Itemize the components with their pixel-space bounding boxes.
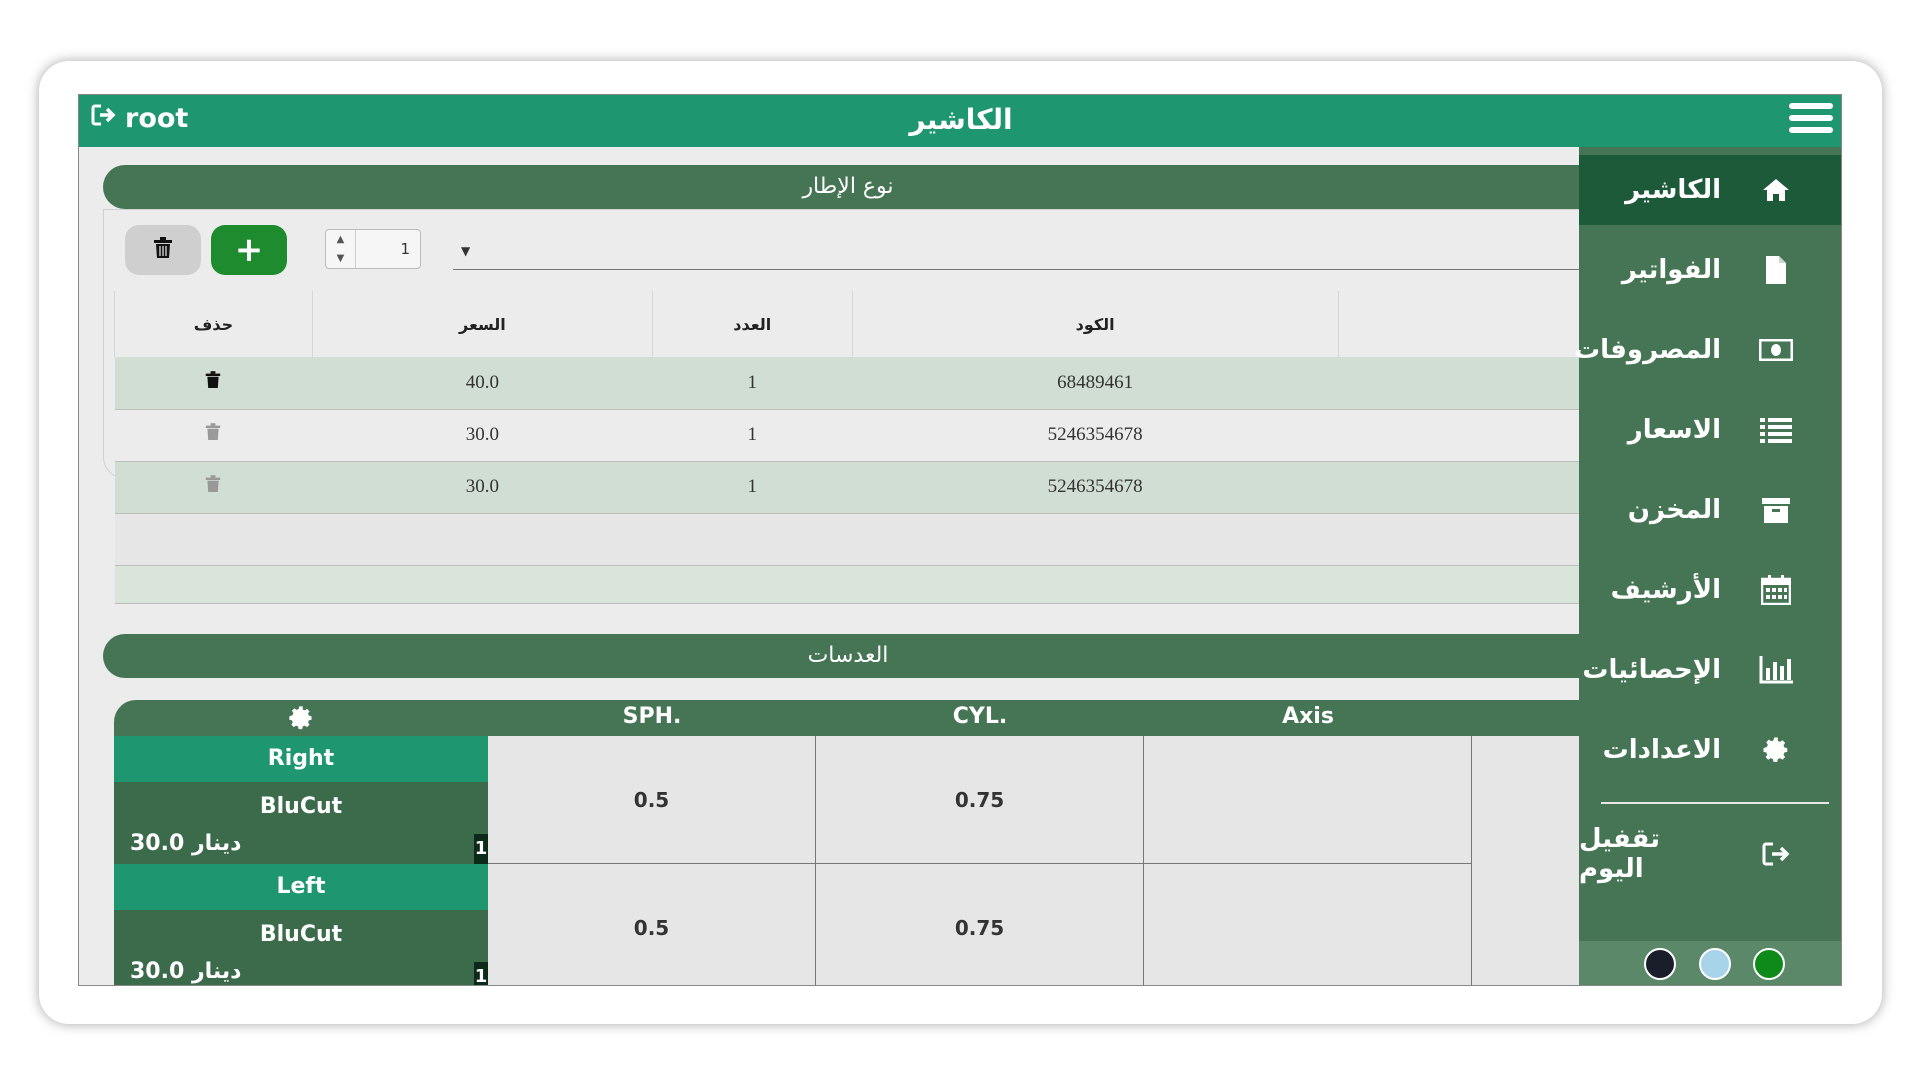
sidebar-item-invoices[interactable]: الفواتير <box>1579 235 1841 305</box>
right-lens-price: 30.0 دينار <box>130 831 242 856</box>
frame-items-table: حذف السعر العدد الكود المنتج 40.0 1 6848… <box>114 291 1674 604</box>
calendar-icon <box>1759 575 1793 605</box>
lens-grid: SPH. CYL. Axis Right BluCut 30.0 دينار 1… <box>114 700 1674 985</box>
sidebar: الكاشير الفواتير المصروفات الاسعار المخز… <box>1574 147 1841 985</box>
theme-dark-dot[interactable] <box>1644 948 1676 980</box>
left-lens-price: 30.0 دينار <box>130 959 242 984</box>
add-button[interactable]: + <box>211 225 287 275</box>
left-axis-cell[interactable] <box>1144 864 1472 985</box>
sidebar-item-label: الاسعار <box>1627 415 1721 445</box>
row-price: 40.0 <box>312 357 653 410</box>
table-header-row: حذف السعر العدد الكود المنتج <box>114 291 1674 357</box>
sidebar-item-label: الإحصائيات <box>1582 655 1721 685</box>
plus-icon: + <box>234 230 264 270</box>
sidebar-item-prices[interactable]: الاسعار <box>1579 395 1841 465</box>
sidebar-divider <box>1601 802 1829 804</box>
sidebar-item-label: الأرشيف <box>1610 575 1721 605</box>
bar-chart-icon <box>1759 656 1793 684</box>
sidebar-item-close-day[interactable]: تقفيل اليوم <box>1579 819 1841 889</box>
quantity-value: 1 <box>400 240 410 258</box>
stepper-up-icon[interactable]: ▲ <box>326 230 355 249</box>
hamburger-menu-icon[interactable] <box>1789 103 1833 139</box>
gear-icon <box>1759 735 1793 765</box>
row-price: 30.0 <box>312 461 653 514</box>
frame-section-title: نوع الإطار <box>103 165 1593 209</box>
row-delete-icon[interactable] <box>114 461 313 514</box>
left-lens-qty: 1 <box>474 962 488 985</box>
row-delete-icon[interactable] <box>114 357 313 410</box>
gear-icon[interactable] <box>284 704 318 738</box>
home-icon <box>1759 177 1793 203</box>
col-header-sph: SPH. <box>622 704 682 729</box>
col-header-cyl: CYL. <box>952 704 1008 729</box>
sidebar-item-warehouse[interactable]: المخزن <box>1579 475 1841 545</box>
list-icon <box>1759 417 1793 443</box>
sidebar-item-statistics[interactable]: الإحصائيات <box>1579 635 1841 705</box>
page-title: الكاشير <box>909 103 1013 136</box>
row-count: 1 <box>652 409 853 462</box>
table-row[interactable]: 40.0 1 68489461 Frame <box>114 357 1674 410</box>
table-row[interactable]: 30.0 1 5246354678 BluCut | 0. <box>114 461 1674 514</box>
row-code: 5246354678 <box>852 461 1339 514</box>
delete-button[interactable] <box>125 225 201 275</box>
sidebar-item-label: المصروفات <box>1574 335 1721 365</box>
right-sph-cell[interactable]: 0.5 <box>488 736 816 864</box>
left-cyl-cell[interactable]: 0.75 <box>816 864 1144 985</box>
sidebar-item-label: المخزن <box>1627 495 1721 525</box>
left-lens-type: BluCut <box>259 922 343 947</box>
sidebar-item-label: الاعدادات <box>1602 735 1721 765</box>
col-header-price: السعر <box>311 291 653 357</box>
sidebar-item-archive[interactable]: الأرشيف <box>1579 555 1841 625</box>
row-code: 5246354678 <box>852 409 1339 462</box>
right-lens-type: BluCut <box>259 794 343 819</box>
row-count: 1 <box>652 357 853 410</box>
row-count: 1 <box>652 461 853 514</box>
chevron-down-icon: ▼ <box>461 244 471 258</box>
trash-icon <box>153 237 173 263</box>
row-code: 68489461 <box>852 357 1339 410</box>
sidebar-item-expenses[interactable]: المصروفات <box>1574 315 1841 385</box>
right-eye-label: Right <box>114 736 488 782</box>
app-window: root الكاشير نوع الإطار + ▲ ▼ 1 ▼ حذف ال… <box>78 94 1842 986</box>
frame-select[interactable]: ▼ <box>453 232 1673 270</box>
sidebar-item-label: الكاشير <box>1625 175 1721 205</box>
sidebar-item-cashier[interactable]: الكاشير <box>1579 155 1841 225</box>
table-row-empty <box>114 565 1674 604</box>
sidebar-item-label: الفواتير <box>1621 255 1721 285</box>
row-delete-icon[interactable] <box>114 409 313 462</box>
col-header-axis: Axis <box>1282 704 1334 729</box>
stepper-down-icon[interactable]: ▼ <box>326 249 355 268</box>
col-header-code: الكود <box>851 291 1339 357</box>
col-header-delete: حذف <box>114 291 313 357</box>
left-eye-label: Left <box>114 864 488 910</box>
right-eye-lens[interactable]: Right BluCut 30.0 دينار 1 <box>114 736 488 864</box>
lens-section-title: العدسات <box>103 634 1593 678</box>
right-lens-qty: 1 <box>474 834 488 864</box>
top-bar: root الكاشير <box>79 95 1841 147</box>
file-icon <box>1759 255 1793 285</box>
theme-light-dot[interactable] <box>1699 948 1731 980</box>
sign-out-icon <box>1761 841 1793 867</box>
lens-header-row: SPH. CYL. Axis <box>114 700 1674 736</box>
left-eye-lens[interactable]: Left BluCut 30.0 دينار 1 <box>114 864 488 985</box>
table-row-empty <box>114 513 1674 566</box>
left-sph-cell[interactable]: 0.5 <box>488 864 816 985</box>
table-row[interactable]: 30.0 1 5246354678 BluCut | 0. <box>114 409 1674 462</box>
money-icon <box>1759 339 1793 361</box>
col-header-count: العدد <box>651 291 853 357</box>
row-price: 30.0 <box>312 409 653 462</box>
theme-green-dot[interactable] <box>1753 948 1785 980</box>
sidebar-item-settings[interactable]: الاعدادات <box>1579 715 1841 785</box>
theme-switcher <box>1579 941 1841 985</box>
archive-box-icon <box>1759 496 1793 524</box>
sidebar-item-label: تقفيل اليوم <box>1579 824 1661 884</box>
right-cyl-cell[interactable]: 0.75 <box>816 736 1144 864</box>
quantity-stepper[interactable]: ▲ ▼ 1 <box>325 229 421 269</box>
right-axis-cell[interactable] <box>1144 736 1472 864</box>
